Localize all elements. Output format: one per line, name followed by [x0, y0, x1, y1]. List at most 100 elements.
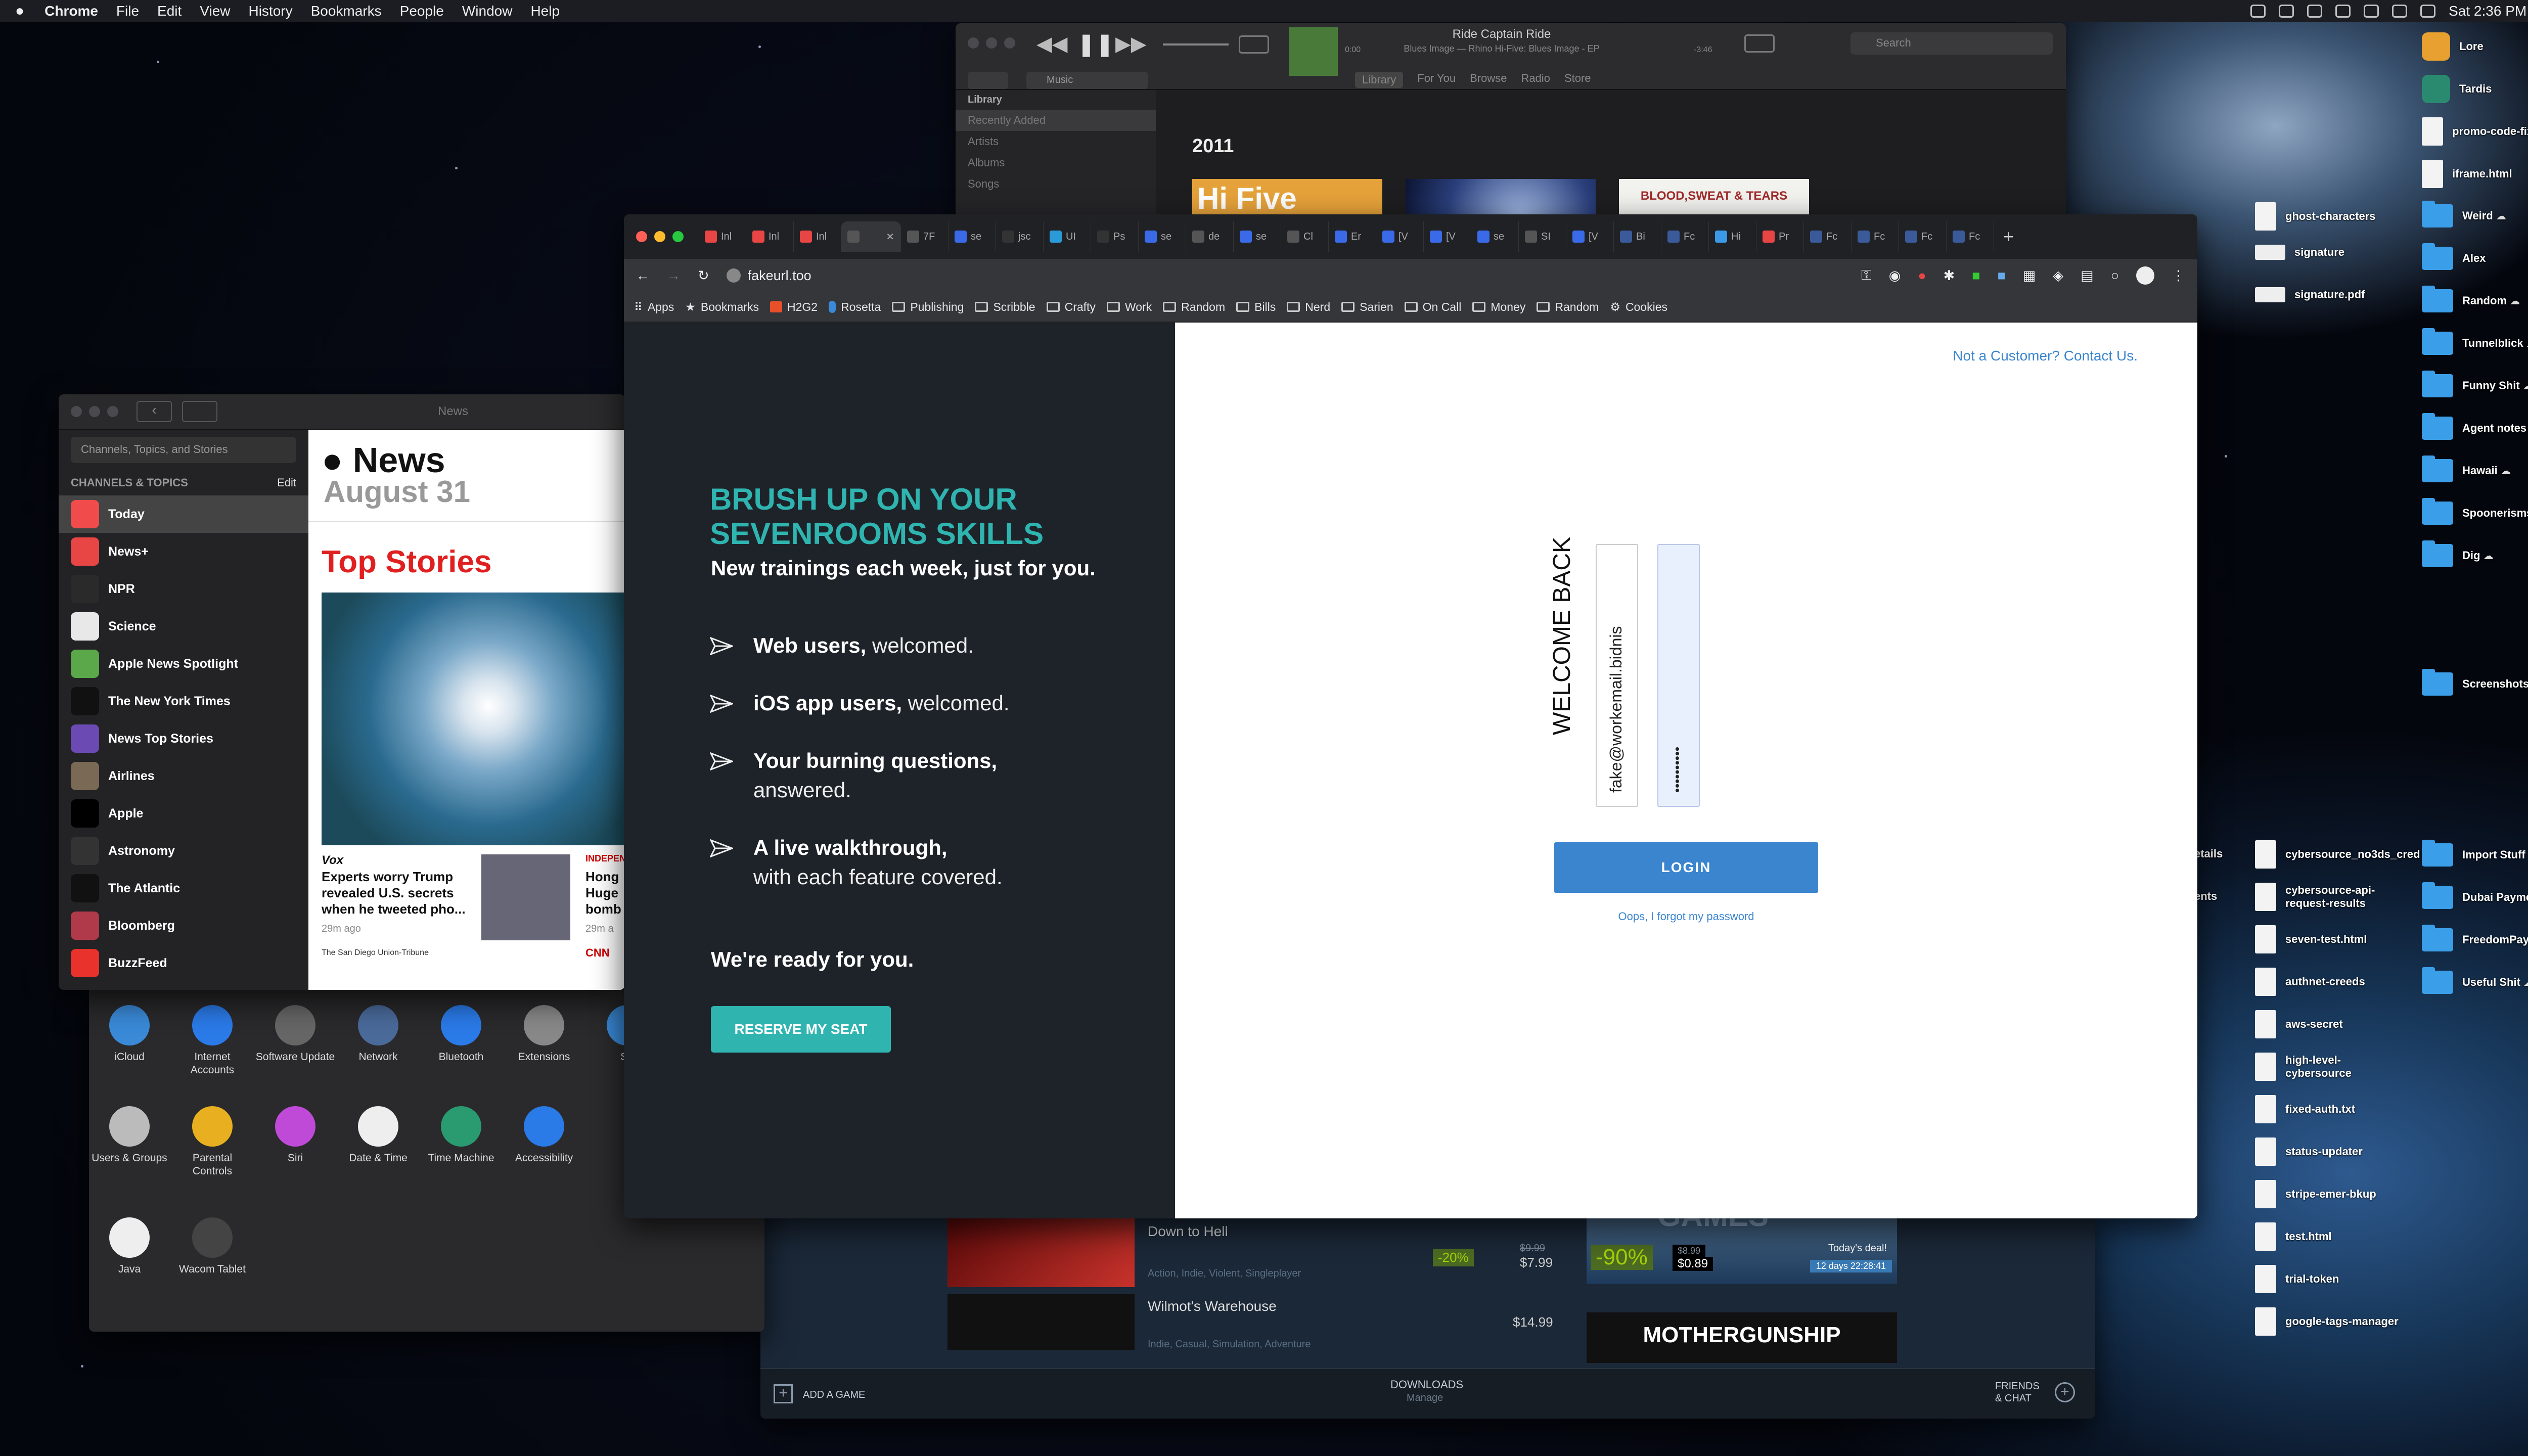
- wifi-icon[interactable]: [2420, 5, 2436, 18]
- pref-pane[interactable]: Wacom Tablet: [172, 1217, 253, 1276]
- pref-pane[interactable]: Time Machine: [421, 1106, 502, 1165]
- desktop-icon[interactable]: cybersource_no3ds_cred: [2255, 840, 2420, 869]
- menu-people[interactable]: People: [400, 3, 444, 19]
- pref-pane[interactable]: Siri: [255, 1106, 336, 1165]
- rewind-icon[interactable]: ◀◀: [1036, 32, 1068, 56]
- menu-history[interactable]: History: [248, 3, 292, 19]
- channel-item[interactable]: BuzzFeed: [59, 944, 308, 982]
- desktop-icon[interactable]: status-updater: [2255, 1138, 2363, 1166]
- desktop-icon[interactable]: stripe-emer-bkup: [2255, 1180, 2376, 1208]
- browser-tab[interactable]: [V: [1566, 221, 1614, 252]
- desktop-icon[interactable]: Tardis: [2422, 75, 2492, 103]
- browser-tab[interactable]: se: [949, 221, 996, 252]
- channel-item[interactable]: Today: [59, 495, 308, 533]
- bookmark-item[interactable]: Sarien: [1341, 300, 1393, 314]
- sidebar-toggle-icon[interactable]: [182, 401, 217, 422]
- desktop-icon[interactable]: Hawaii ☁: [2422, 456, 2511, 482]
- desktop-icon-label[interactable]: ents: [2194, 890, 2217, 903]
- camera-icon[interactable]: ◉: [1889, 268, 1901, 284]
- up-next-icon[interactable]: [1744, 34, 1775, 53]
- desktop-icon[interactable]: signature: [2255, 245, 2344, 260]
- contact-link[interactable]: Not a Customer? Contact Us.: [1953, 348, 2138, 364]
- browser-tab[interactable]: Fc: [1661, 221, 1709, 252]
- desktop-icon[interactable]: FreedomPay☁: [2422, 925, 2528, 951]
- pause-icon[interactable]: ❚❚: [1077, 31, 1114, 57]
- desktop-icon[interactable]: ghost-characters: [2255, 202, 2376, 231]
- browser-tab[interactable]: Ps: [1091, 221, 1139, 252]
- dropbox-icon[interactable]: [2335, 5, 2351, 18]
- forgot-password-link[interactable]: Oops, I forgot my password: [1554, 910, 1818, 923]
- browser-tab[interactable]: SI: [1519, 221, 1566, 252]
- pref-pane[interactable]: Internet Accounts: [172, 1005, 253, 1077]
- desktop-icon[interactable]: Lore: [2422, 32, 2484, 61]
- menu-app-name[interactable]: Chrome: [44, 3, 98, 19]
- status-icon[interactable]: [2279, 5, 2294, 18]
- tab-library[interactable]: Library: [1355, 72, 1404, 88]
- friends-chat-button[interactable]: FRIENDS & CHAT: [1995, 1380, 2046, 1404]
- browser-tab[interactable]: Pr: [1756, 221, 1804, 252]
- bookmark-item[interactable]: Work: [1106, 300, 1152, 314]
- desktop-icon[interactable]: signature.pdf: [2255, 287, 2365, 302]
- bookmark-item[interactable]: Crafty: [1046, 300, 1096, 314]
- tab-browse[interactable]: Browse: [1470, 72, 1507, 88]
- tab-store[interactable]: Store: [1564, 72, 1591, 88]
- downloads-label[interactable]: DOWNLOADS: [1390, 1378, 1463, 1391]
- pref-pane[interactable]: iCloud: [89, 1005, 170, 1064]
- url-text[interactable]: fakeurl.too: [748, 268, 811, 284]
- bookmark-item[interactable]: Money: [1472, 300, 1525, 314]
- browser-tab[interactable]: jsc: [996, 221, 1044, 252]
- channel-item[interactable]: Astronomy: [59, 832, 308, 870]
- game-thumb[interactable]: [947, 1218, 1135, 1287]
- hurricane-photo[interactable]: [322, 593, 625, 845]
- story-thumb[interactable]: [481, 854, 570, 940]
- sidebar-item-albums[interactable]: Albums: [956, 152, 1156, 173]
- desktop-icon[interactable]: cybersource-api-request-results: [2255, 883, 2402, 911]
- desktop-icon[interactable]: Dubai Payments☁: [2422, 882, 2528, 909]
- browser-tab[interactable]: se: [1234, 221, 1281, 252]
- add-icon[interactable]: +: [774, 1384, 793, 1403]
- channel-item[interactable]: Apple News Spotlight: [59, 645, 308, 682]
- key-icon[interactable]: ⚿: [1861, 267, 1872, 284]
- browser-tab[interactable]: [V: [1424, 221, 1471, 252]
- bookmark-item[interactable]: H2G2: [770, 300, 818, 314]
- pref-pane[interactable]: Accessibility: [504, 1106, 584, 1165]
- back-button[interactable]: ‹: [137, 401, 172, 422]
- bluetooth-icon[interactable]: [2364, 5, 2379, 18]
- browser-tab[interactable]: Fc: [1899, 221, 1947, 252]
- desktop-icon[interactable]: trial-token: [2255, 1265, 2339, 1293]
- browser-tab[interactable]: Inl: [746, 221, 794, 252]
- pref-pane[interactable]: Parental Controls: [172, 1106, 253, 1178]
- more-menu-icon[interactable]: ⋮: [2172, 268, 2185, 284]
- tab-for-you[interactable]: For You: [1417, 72, 1456, 88]
- media-picker[interactable]: Music: [1026, 72, 1148, 89]
- browser-tab[interactable]: Inl: [699, 221, 746, 252]
- pref-pane[interactable]: Users & Groups: [89, 1106, 170, 1165]
- desktop-icon[interactable]: Useful Shit☁: [2422, 967, 2528, 994]
- browser-tab[interactable]: se: [1139, 221, 1186, 252]
- channel-item[interactable]: Airlines: [59, 757, 308, 795]
- browser-tab[interactable]: Hi: [1709, 221, 1756, 252]
- bookmark-item[interactable]: Random: [1537, 300, 1599, 314]
- browser-tab[interactable]: Fc: [1947, 221, 1994, 252]
- status-icon[interactable]: [2307, 5, 2323, 18]
- browser-tab[interactable]: Inl: [794, 221, 841, 252]
- extension-icon[interactable]: ●: [1918, 268, 1926, 284]
- desktop-icon[interactable]: Alex: [2422, 243, 2486, 270]
- desktop-icon[interactable]: Tunnelblick☁: [2422, 328, 2528, 355]
- bookmark-item[interactable]: On Call: [1404, 300, 1461, 314]
- close-button[interactable]: [636, 231, 647, 242]
- browser-tab[interactable]: [V: [1376, 221, 1424, 252]
- extension-icon[interactable]: ■: [1998, 268, 2006, 284]
- extension-icon[interactable]: ▤: [2081, 268, 2094, 284]
- fast-forward-icon[interactable]: ▶▶: [1115, 32, 1147, 56]
- pref-pane[interactable]: Extensions: [504, 1005, 584, 1064]
- game-title[interactable]: Down to Hell: [1148, 1223, 1228, 1240]
- back-icon[interactable]: ←: [636, 268, 650, 284]
- omnibox[interactable]: fakeurl.too: [726, 268, 1844, 284]
- pref-pane[interactable]: Java: [89, 1217, 170, 1276]
- desktop-icon-label[interactable]: etails: [2194, 847, 2223, 860]
- channel-item[interactable]: NPR: [59, 570, 308, 608]
- desktop-icon[interactable]: aws-secret: [2255, 1010, 2343, 1038]
- menu-view[interactable]: View: [200, 3, 230, 19]
- bookmark-item[interactable]: ★ Bookmarks: [685, 300, 759, 314]
